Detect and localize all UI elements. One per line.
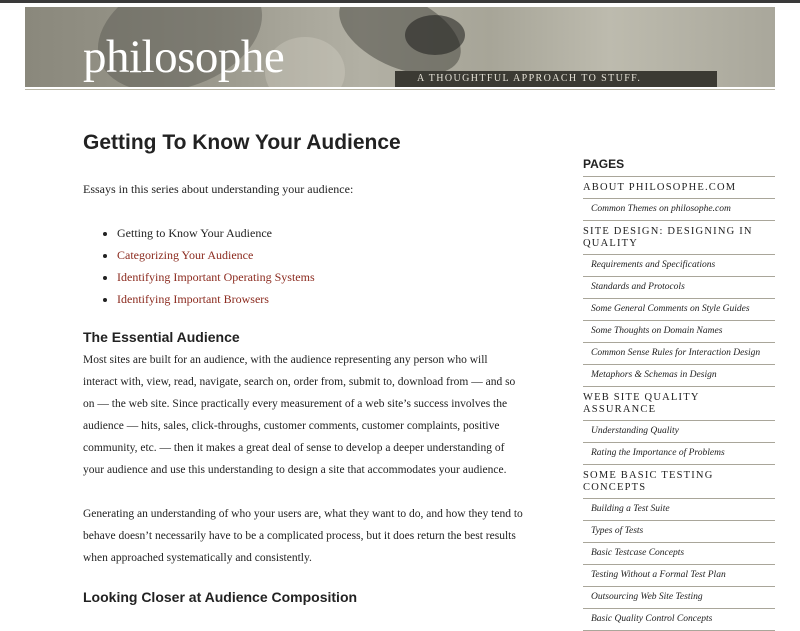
sidebar-page-link[interactable]: Outsourcing Web Site Testing: [591, 592, 703, 602]
header-texture: [405, 15, 465, 55]
sidebar-page-link[interactable]: Types of Tests: [591, 526, 643, 536]
sidebar-page-link[interactable]: Building a Test Suite: [591, 504, 670, 514]
sidebar-page-link[interactable]: Some General Comments on Style Guides: [591, 304, 750, 314]
sidebar-link: Metaphors & Schemas in Design: [583, 365, 775, 387]
sidebar-link: Standards and Protocols: [583, 277, 775, 299]
sidebar-link: Building a Test Suite: [583, 499, 775, 521]
sidebar-category: Some Basic Testing Concepts: [583, 465, 775, 499]
tagline-bar: A THOUGHTFUL APPROACH TO STUFF.: [395, 71, 717, 87]
essay-link[interactable]: Identifying Important Browsers: [117, 292, 269, 306]
sidebar-category: Web Site Quality Assurance: [583, 387, 775, 421]
sidebar-nav: About philosophe.com Common Themes on phi…: [583, 177, 775, 631]
sidebar-page-link[interactable]: Basic Quality Control Concepts: [591, 614, 712, 624]
sidebar-page-link[interactable]: Standards and Protocols: [591, 282, 685, 292]
sidebar-page-link[interactable]: Understanding Quality: [591, 426, 679, 436]
essay-current: Getting to Know Your Audience: [117, 226, 272, 240]
top-border: [0, 0, 800, 3]
sidebar-category: Site Design: Designing in Quality: [583, 221, 775, 255]
sidebar-category-link[interactable]: Web Site Quality Assurance: [583, 392, 699, 415]
sidebar-link: Understanding Quality: [583, 421, 775, 443]
header-divider: [25, 89, 775, 90]
sidebar-link: Common Themes on philosophe.com: [583, 199, 775, 221]
sidebar-category-link[interactable]: Site Design: Designing in Quality: [583, 226, 753, 249]
body-paragraph: Generating an understanding of who your …: [83, 508, 523, 564]
site-header: philosophe A THOUGHTFUL APPROACH TO STUF…: [25, 7, 775, 87]
sidebar: PAGES About philosophe.com Common Themes …: [583, 157, 775, 631]
sidebar-page-link[interactable]: Metaphors & Schemas in Design: [591, 370, 717, 380]
sidebar-page-link[interactable]: Some Thoughts on Domain Names: [591, 326, 722, 336]
sidebar-category-link[interactable]: About philosophe.com: [583, 182, 736, 193]
essay-link[interactable]: Identifying Important Operating Systems: [117, 270, 315, 284]
sidebar-page-link[interactable]: Requirements and Specifications: [591, 260, 715, 270]
sidebar-page-link[interactable]: Basic Testcase Concepts: [591, 548, 684, 558]
sidebar-link: Testing Without a Formal Test Plan: [583, 565, 775, 587]
sidebar-title: PAGES: [583, 157, 775, 177]
sidebar-page-link[interactable]: Common Themes on philosophe.com: [591, 204, 731, 214]
body-paragraph: Most sites are built for an audience, wi…: [83, 354, 516, 476]
sidebar-link: Basic Quality Control Concepts: [583, 609, 775, 631]
main-content: Getting To Know Your Audience Essays in …: [83, 128, 523, 607]
sidebar-link: Common Sense Rules for Interaction Desig…: [583, 343, 775, 365]
sidebar-category-link[interactable]: Some Basic Testing Concepts: [583, 470, 714, 493]
sidebar-category: About philosophe.com: [583, 177, 775, 199]
sidebar-link: Requirements and Specifications: [583, 255, 775, 277]
sidebar-page-link[interactable]: Common Sense Rules for Interaction Desig…: [591, 348, 760, 358]
list-item: Identifying Important Browsers: [117, 288, 523, 310]
page-title: Getting To Know Your Audience: [83, 131, 401, 154]
sidebar-link: Basic Testcase Concepts: [583, 543, 775, 565]
sidebar-link: Some General Comments on Style Guides: [583, 299, 775, 321]
essay-link[interactable]: Categorizing Your Audience: [117, 248, 253, 262]
sidebar-link: Rating the Importance of Problems: [583, 443, 775, 465]
list-item: Identifying Important Operating Systems: [117, 266, 523, 288]
list-item: Categorizing Your Audience: [117, 244, 523, 266]
sidebar-link: Some Thoughts on Domain Names: [583, 321, 775, 343]
section-heading: The Essential Audience: [83, 329, 240, 345]
site-logo[interactable]: philosophe: [83, 34, 285, 81]
sidebar-link: Outsourcing Web Site Testing: [583, 587, 775, 609]
essay-series-list: Getting to Know Your Audience Categorizi…: [83, 222, 523, 310]
list-item: Getting to Know Your Audience: [117, 222, 523, 244]
section-heading: Looking Closer at Audience Composition: [83, 589, 358, 605]
intro-text: Essays in this series about understandin…: [83, 182, 354, 196]
sidebar-link: Types of Tests: [583, 521, 775, 543]
sidebar-page-link[interactable]: Testing Without a Formal Test Plan: [591, 570, 726, 580]
site-tagline: A THOUGHTFUL APPROACH TO STUFF.: [417, 73, 642, 84]
sidebar-page-link[interactable]: Rating the Importance of Problems: [591, 448, 725, 458]
